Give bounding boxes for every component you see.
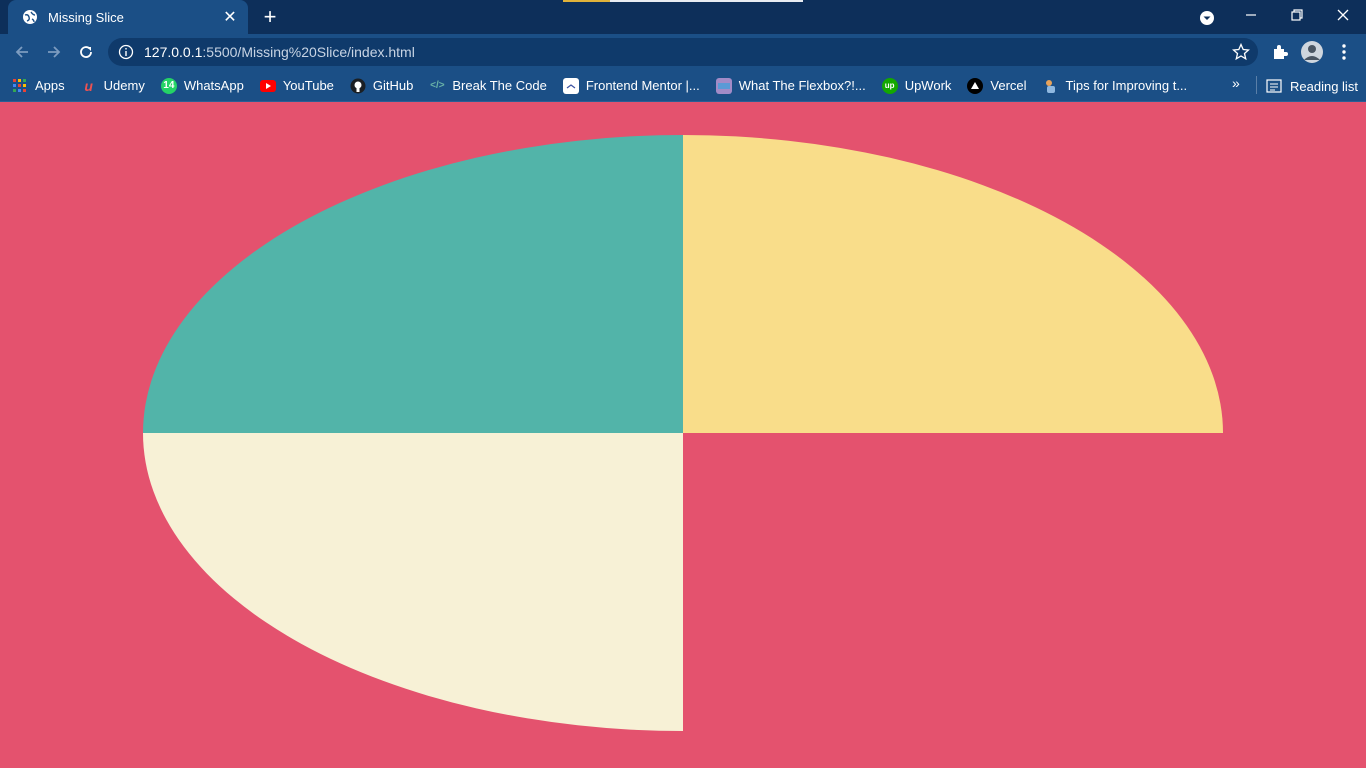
bookmark-label: Frontend Mentor |... [585, 78, 700, 93]
reading-list-label: Reading list [1290, 78, 1358, 94]
bookmark-label: Break The Code [452, 78, 547, 93]
bookmark-apps[interactable]: Apps [12, 78, 65, 94]
vercel-icon [967, 77, 984, 94]
globe-icon [23, 10, 37, 24]
minimize-icon [1246, 14, 1256, 16]
udemy-icon: u [84, 77, 93, 94]
apps-grid-icon [12, 78, 28, 94]
frontend-mentor-icon [562, 77, 579, 94]
code-icon: </> [430, 80, 445, 91]
upwork-icon: up [881, 77, 898, 94]
flexbox-icon [715, 77, 732, 94]
new-tab-button[interactable]: + [258, 6, 282, 28]
github-icon [350, 78, 366, 94]
restore-icon [1291, 9, 1303, 21]
bookmark-label: What The Flexbox?!... [738, 78, 866, 93]
bookmark-tips[interactable]: Tips for Improving t... [1043, 78, 1188, 94]
close-window-icon [1337, 9, 1349, 21]
avatar-icon [1301, 41, 1323, 63]
bookmark-label: WhatsApp [183, 78, 244, 93]
forward-arrow-icon [48, 46, 61, 58]
bookmark-break-the-code[interactable]: </> Break The Code [429, 78, 547, 94]
browser-title-bar: Missing Slice ✕ + [0, 0, 1366, 34]
bookmark-label: Tips for Improving t... [1065, 78, 1188, 93]
bookmark-flexbox[interactable]: What The Flexbox?!... [715, 77, 866, 94]
bookmark-github[interactable]: GitHub [350, 78, 413, 94]
bookmarks-divider [1256, 76, 1257, 94]
forward-button[interactable] [42, 40, 66, 64]
site-info-icon[interactable] [118, 44, 134, 60]
bookmark-frontend-mentor[interactable]: Frontend Mentor |... [562, 77, 700, 94]
top-left-slice [143, 135, 683, 433]
bookmark-vercel[interactable]: Vercel [967, 77, 1027, 94]
puzzle-icon [1274, 45, 1288, 59]
close-window-button[interactable] [1320, 0, 1366, 30]
window-top-strip-accent [563, 0, 610, 2]
profile-avatar[interactable] [1300, 40, 1324, 64]
reload-button[interactable] [74, 40, 98, 64]
back-button[interactable] [10, 40, 34, 64]
bottom-left-slice [143, 433, 683, 731]
reading-list-button[interactable]: Reading list [1266, 70, 1358, 102]
more-bookmarks-button[interactable]: » [1232, 75, 1240, 91]
tips-icon [1043, 78, 1059, 94]
bookmark-label: YouTube [282, 78, 334, 93]
reading-list-icon [1266, 79, 1282, 93]
bookmark-youtube[interactable]: YouTube [259, 78, 334, 94]
reload-icon [80, 46, 92, 58]
whatsapp-icon: 14 [160, 77, 177, 94]
tab-title: Missing Slice [48, 9, 124, 25]
close-tab-icon[interactable]: ✕ [222, 9, 238, 26]
extensions-button[interactable] [1268, 40, 1292, 64]
bookmark-udemy[interactable]: u Udemy [81, 77, 145, 94]
bookmark-label: UpWork [904, 78, 952, 93]
more-vert-icon [1342, 44, 1346, 60]
bookmark-label: Apps [35, 78, 65, 93]
youtube-icon [259, 78, 276, 94]
browser-tab[interactable]: Missing Slice ✕ [8, 0, 248, 34]
bookmark-label: Udemy [103, 78, 145, 93]
address-bar[interactable]: 127.0.0.1:5500/Missing%20Slice/index.htm… [108, 38, 1258, 66]
tab-search-icon[interactable] [1196, 7, 1218, 29]
top-right-slice [683, 135, 1223, 433]
bookmark-label: Vercel [990, 78, 1027, 93]
missing-slice-pie [143, 135, 1223, 731]
bookmarks-bar: Apps u Udemy 14 WhatsApp YouTube GitHub … [0, 70, 1366, 102]
back-arrow-icon [15, 46, 28, 58]
page-content [0, 103, 1366, 768]
bookmark-upwork[interactable]: up UpWork [881, 77, 952, 94]
bookmark-whatsapp[interactable]: 14 WhatsApp [160, 77, 244, 94]
url-host: 127.0.0.1 [144, 44, 203, 60]
browser-menu-button[interactable] [1332, 40, 1356, 64]
bookmark-label: GitHub [372, 78, 414, 93]
browser-toolbar: 127.0.0.1:5500/Missing%20Slice/index.htm… [0, 34, 1366, 70]
minimize-button[interactable] [1228, 0, 1274, 30]
bookmark-star-icon[interactable] [1232, 43, 1250, 61]
url-path: :5500/Missing%20Slice/index.html [202, 44, 415, 60]
restore-button[interactable] [1274, 0, 1320, 30]
